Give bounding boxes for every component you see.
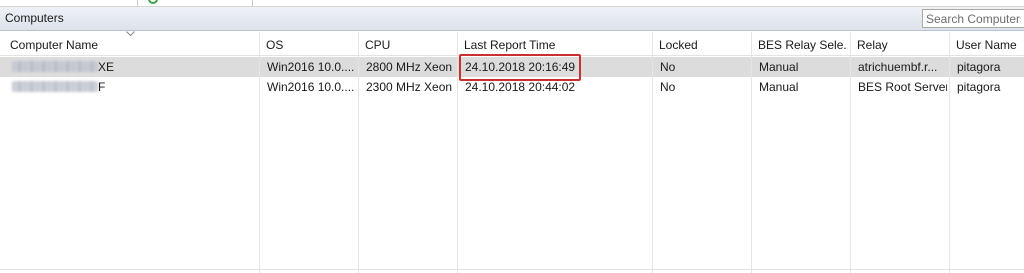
computers-panel-header: Computers <box>0 7 1024 31</box>
cell-locked: No <box>660 60 676 74</box>
tab-divider <box>137 0 138 7</box>
computer-name-redacted <box>12 61 98 72</box>
column-separator[interactable] <box>457 32 458 273</box>
cell-relay-selection: Manual <box>759 80 799 94</box>
column-header-cpu[interactable]: CPU <box>360 32 455 56</box>
computer-name-redacted <box>12 81 98 92</box>
column-separator[interactable] <box>850 32 851 273</box>
column-separator[interactable] <box>751 32 752 273</box>
tab-divider <box>252 0 253 7</box>
cell-user-name: pitagora <box>957 80 1001 94</box>
cell-os: Win2016 10.0.... <box>267 80 355 94</box>
sort-descending-icon <box>126 31 135 37</box>
cell-os: Win2016 10.0.... <box>267 60 355 74</box>
search-computers-box[interactable] <box>922 9 1024 28</box>
column-header-bes-relay-selection[interactable]: BES Relay Sele... <box>753 32 848 56</box>
bottom-divider <box>0 269 1024 270</box>
cell-user-name: pitagora <box>957 60 1001 74</box>
cell-relay-selection: Manual <box>759 60 799 74</box>
column-header-last-report-time[interactable]: Last Report Time <box>459 32 649 56</box>
column-header-relay[interactable]: Relay <box>852 32 947 56</box>
column-separator[interactable] <box>949 32 950 273</box>
cell-relay: BES Root Server <box>858 80 947 94</box>
search-input[interactable] <box>923 10 1024 27</box>
column-separator[interactable] <box>358 32 359 273</box>
cell-cpu: 2300 MHz Xeon <box>366 80 453 94</box>
computer-name-suffix: F <box>98 80 106 94</box>
column-header-user-name[interactable]: User Name <box>951 32 1024 56</box>
annotation-highlight-box <box>459 54 581 81</box>
computer-name-suffix: XE <box>98 60 115 74</box>
panel-title: Computers <box>5 11 64 25</box>
cell-relay: atrichuembf.r... <box>858 60 938 74</box>
column-header-row: Computer Name OS CPU Last Report Time Lo… <box>0 32 1024 56</box>
column-header-os[interactable]: OS <box>261 32 356 56</box>
cell-cpu: 2800 MHz Xeon <box>366 60 453 74</box>
column-header-locked[interactable]: Locked <box>654 32 749 56</box>
column-separator[interactable] <box>652 32 653 273</box>
cell-locked: No <box>660 80 676 94</box>
column-separator[interactable] <box>259 32 260 273</box>
